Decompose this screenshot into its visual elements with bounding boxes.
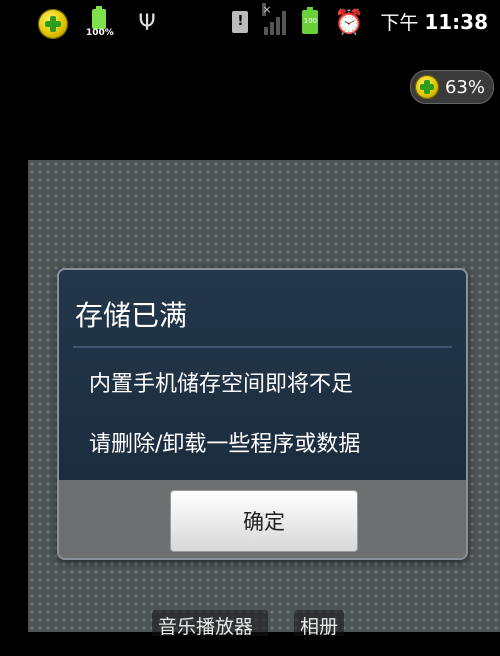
battery-label: 100 (303, 16, 318, 25)
battery-small-label: 100% (86, 28, 114, 38)
alarm-icon: ⏰ (334, 7, 365, 36)
storage-full-dialog: 存储已满 内置手机储存空间即将不足 请删除/卸载一些程序或数据 确定 (57, 268, 468, 560)
dialog-message-line-1: 内置手机储存空间即将不足 (89, 372, 354, 397)
bottom-strip (0, 636, 500, 656)
ok-button[interactable]: 确定 (170, 490, 358, 552)
memory-badge[interactable]: 63% (409, 70, 494, 104)
clock-time: 11:38 (424, 10, 488, 34)
dialog-footer: 确定 (59, 480, 466, 558)
plus-icon (38, 9, 68, 39)
status-bar-left: 100% Ψ (38, 6, 158, 40)
battery-icon: 100 (302, 6, 319, 34)
clock: 下午 11:38 (380, 8, 488, 35)
usb-icon: Ψ (138, 11, 156, 36)
status-bar-right: × 100 ⏰ 下午 11:38 (232, 2, 488, 36)
dialog-body: 存储已满 内置手机储存空间即将不足 请删除/卸载一些程序或数据 (59, 270, 466, 480)
dialog-divider (73, 346, 452, 348)
plus-icon (414, 75, 439, 99)
signal-icon: × (262, 2, 287, 35)
dialog-message-line-2: 请删除/卸载一些程序或数据 (89, 432, 361, 457)
clock-ampm: 下午 (380, 12, 419, 34)
sim-alert-icon (232, 10, 249, 33)
memory-percent: 63% (444, 76, 485, 98)
status-bar: 100% Ψ × 100 ⏰ 下午 11:38 (0, 0, 500, 50)
dialog-title: 存储已满 (75, 299, 188, 332)
battery-full-icon: 100% (86, 6, 118, 40)
